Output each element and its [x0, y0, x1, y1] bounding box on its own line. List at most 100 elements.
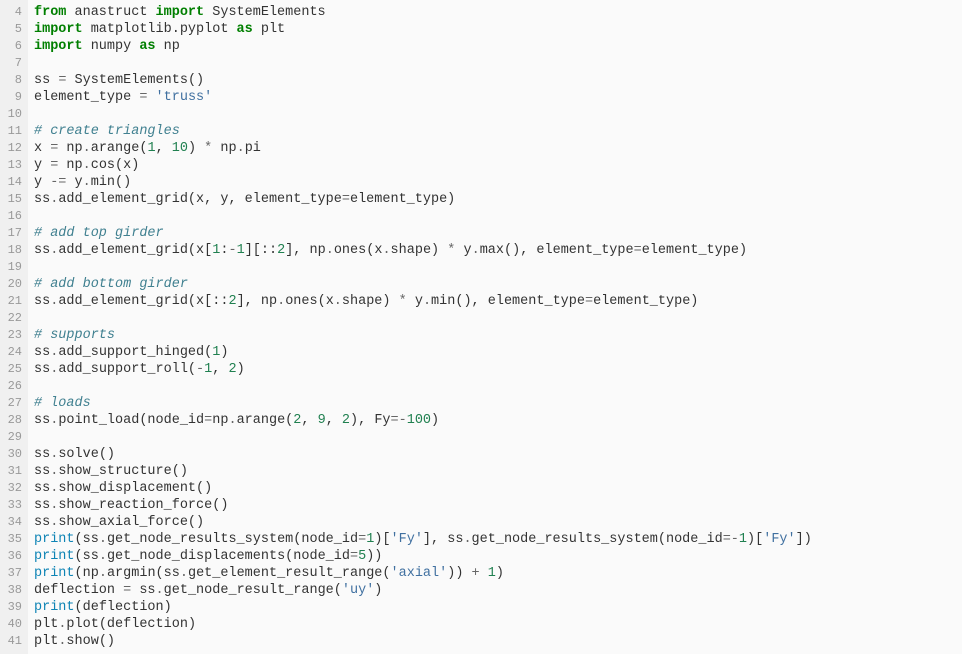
token-pn: ones(x: [334, 243, 383, 258]
token-pn: )): [447, 566, 471, 581]
token-pn: ), Fy: [350, 413, 391, 428]
token-pn: y: [407, 294, 423, 309]
line-number: 35: [0, 531, 22, 548]
token-num: 1: [488, 566, 496, 581]
line-number: 23: [0, 327, 22, 344]
token-pn: add_element_grid(x, y, element_type: [58, 192, 342, 207]
line-number: 15: [0, 191, 22, 208]
code-line: print(np.argmin(ss.get_element_result_ra…: [34, 565, 962, 582]
token-pn: max(), element_type: [480, 243, 634, 258]
token-pn: ): [220, 345, 228, 360]
token-pn: ss: [34, 345, 50, 360]
line-number: 21: [0, 293, 22, 310]
token-op: =: [342, 192, 350, 207]
token-op: .: [334, 294, 342, 309]
token-pn: )[: [374, 532, 390, 547]
token-pn: np: [212, 413, 228, 428]
line-number: 26: [0, 378, 22, 395]
code-line: # add bottom girder: [34, 276, 962, 293]
line-number: 32: [0, 480, 22, 497]
token-pn: arange(: [91, 141, 148, 156]
token-cm: # add bottom girder: [34, 277, 188, 292]
token-str: 'axial': [391, 566, 448, 581]
token-pn: deflection: [34, 583, 123, 598]
token-nm: print: [34, 549, 75, 564]
code-line: [34, 310, 962, 327]
token-pn: get_node_results_system(node_id: [107, 532, 358, 547]
token-kw: from: [34, 5, 66, 20]
code-line: ss.point_load(node_id=np.arange(2, 9, 2)…: [34, 412, 962, 429]
token-pn: ): [237, 362, 245, 377]
code-line: ss.add_support_hinged(1): [34, 344, 962, 361]
code-area[interactable]: from anastruct import SystemElementsimpo…: [28, 0, 962, 654]
token-op: .: [99, 549, 107, 564]
token-pn: ): [496, 566, 504, 581]
token-op: =: [350, 549, 358, 564]
token-nm: print: [34, 600, 75, 615]
token-str: 'Fy': [763, 532, 795, 547]
token-pn: get_node_result_range(: [164, 583, 342, 598]
line-number: 20: [0, 276, 22, 293]
line-number: 41: [0, 633, 22, 650]
token-pn: add_element_grid(x[::: [58, 294, 228, 309]
token-pn: ss: [34, 73, 58, 88]
code-line: ss.show_reaction_force(): [34, 497, 962, 514]
token-pn: (np: [75, 566, 99, 581]
code-line: ss.show_displacement(): [34, 480, 962, 497]
token-num: 2: [228, 294, 236, 309]
token-pn: ): [431, 413, 439, 428]
token-pn: min(), element_type: [431, 294, 585, 309]
token-pn: add_support_roll(: [58, 362, 196, 377]
code-line: ss.add_element_grid(x[::2], np.ones(x.sh…: [34, 293, 962, 310]
token-pn: get_node_displacements(node_id: [107, 549, 350, 564]
code-line: ss = SystemElements(): [34, 72, 962, 89]
token-pn: solve(): [58, 447, 115, 462]
code-line: # create triangles: [34, 123, 962, 140]
token-pn: get_element_result_range(: [188, 566, 391, 581]
token-pn: plot(deflection): [66, 617, 196, 632]
token-pn: element_type): [642, 243, 747, 258]
token-kw: as: [237, 22, 253, 37]
token-op: .: [423, 294, 431, 309]
line-number-gutter: 4567891011121314151617181920212223242526…: [0, 0, 28, 654]
line-number: 5: [0, 21, 22, 38]
token-kw: import: [34, 22, 83, 37]
line-number: 7: [0, 55, 22, 72]
token-pn: (ss: [75, 532, 99, 547]
line-number: 18: [0, 242, 22, 259]
token-pn: cos(x): [91, 158, 140, 173]
code-line: ss.show_structure(): [34, 463, 962, 480]
token-pn: show_displacement(): [58, 481, 212, 496]
line-number: 34: [0, 514, 22, 531]
code-line: ss.solve(): [34, 446, 962, 463]
token-pn: x: [34, 141, 50, 156]
token-op: =: [634, 243, 642, 258]
line-number: 13: [0, 157, 22, 174]
token-pn: np: [156, 39, 180, 54]
line-number: 39: [0, 599, 22, 616]
token-op: .: [83, 175, 91, 190]
code-line: ss.show_axial_force(): [34, 514, 962, 531]
token-pn: ,: [301, 413, 317, 428]
token-op: .: [277, 294, 285, 309]
token-pn: show_structure(): [58, 464, 188, 479]
token-op: -=: [50, 175, 66, 190]
token-pn: y: [34, 175, 50, 190]
token-pn: ss: [34, 447, 50, 462]
code-line: [34, 378, 962, 395]
token-num: 2: [277, 243, 285, 258]
line-number: 8: [0, 72, 22, 89]
code-line: # supports: [34, 327, 962, 344]
line-number: 11: [0, 123, 22, 140]
token-cm: # add top girder: [34, 226, 164, 241]
token-num: 1: [237, 243, 245, 258]
token-nm: print: [34, 566, 75, 581]
token-pn: ss: [34, 362, 50, 377]
token-op: =-: [723, 532, 739, 547]
token-num: 10: [172, 141, 188, 156]
token-kw: as: [139, 39, 155, 54]
token-op: .: [472, 243, 480, 258]
code-line: ss.add_element_grid(x, y, element_type=e…: [34, 191, 962, 208]
token-pn: SystemElements: [204, 5, 326, 20]
code-line: print(ss.get_node_results_system(node_id…: [34, 531, 962, 548]
